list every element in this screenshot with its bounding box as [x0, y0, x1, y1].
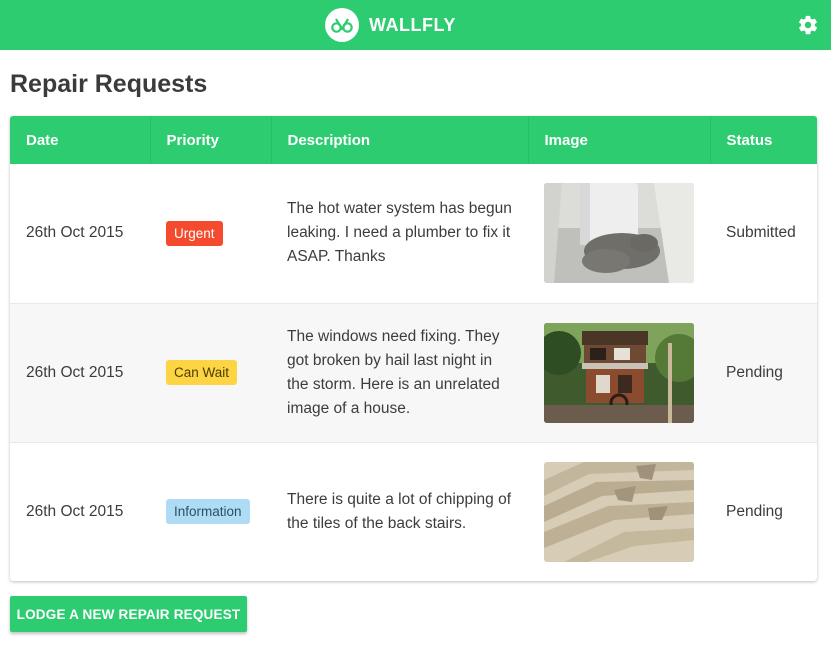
- lodge-repair-request-button[interactable]: LODGE A NEW REPAIR REQUEST: [10, 596, 247, 632]
- status-cell: Pending: [710, 302, 817, 442]
- image-cell: [528, 441, 710, 581]
- column-header-date[interactable]: Date: [10, 116, 151, 164]
- date-cell: 26th Oct 2015: [10, 441, 150, 581]
- priority-badge: Information: [166, 499, 250, 525]
- image-cell: [528, 164, 710, 303]
- date-cell: 26th Oct 2015: [26, 224, 124, 242]
- description-cell: The windows need fixing. They got broken…: [271, 302, 528, 442]
- image-cell: [528, 302, 710, 442]
- date-cell: 26th Oct 2015: [10, 302, 150, 442]
- top-app-bar: WALLFLY: [0, 0, 831, 50]
- priority-cell: Information: [150, 441, 271, 581]
- priority-cell: Can Wait: [150, 302, 271, 442]
- table-row[interactable]: 26th Oct 2015 Urgent The hot water syste…: [10, 164, 817, 303]
- brand[interactable]: WALLFLY: [325, 8, 456, 42]
- table-row[interactable]: 26th Oct 2015 Can Wait The windows need …: [10, 302, 817, 442]
- priority-cell: Urgent: [150, 164, 271, 303]
- status-cell: Pending: [710, 441, 817, 581]
- app-name: WALLFLY: [369, 14, 456, 35]
- house-photo[interactable]: [544, 322, 694, 423]
- leaking-hot-water-system-photo[interactable]: [544, 183, 694, 284]
- priority-badge: Urgent: [166, 220, 223, 246]
- page-title: Repair Requests: [10, 70, 208, 98]
- repair-requests-table: Date Priority Description Image Status 2…: [10, 116, 817, 581]
- table-header-row: Date Priority Description Image Status: [10, 116, 817, 164]
- wallfly-logo-icon: [325, 8, 359, 42]
- description-cell: There is quite a lot of chipping of the …: [271, 441, 528, 581]
- description-cell: The hot water system has begun leaking. …: [287, 200, 512, 266]
- column-header-description[interactable]: Description: [271, 116, 529, 164]
- status-cell: Submitted: [726, 224, 796, 242]
- chipped-stairs-photo[interactable]: [544, 461, 694, 562]
- repair-requests-table-card: Date Priority Description Image Status 2…: [10, 116, 817, 581]
- column-header-status[interactable]: Status: [710, 116, 817, 164]
- column-header-priority[interactable]: Priority: [150, 116, 272, 164]
- column-header-image[interactable]: Image: [528, 116, 711, 164]
- priority-badge: Can Wait: [166, 360, 238, 385]
- gear-icon[interactable]: [797, 14, 819, 36]
- table-row[interactable]: 26th Oct 2015 Information There is quite…: [10, 441, 817, 581]
